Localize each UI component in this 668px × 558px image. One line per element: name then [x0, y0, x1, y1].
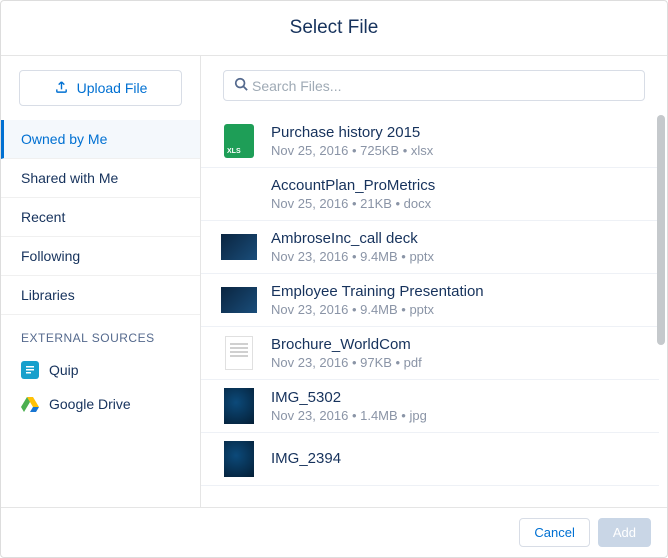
- quip-icon: [21, 361, 39, 379]
- sidebar-item-shared-with-me[interactable]: Shared with Me: [1, 159, 200, 198]
- file-info: AccountPlan_ProMetrics Nov 25, 2016 • 21K…: [271, 177, 639, 211]
- file-row[interactable]: AmbroseInc_call deck Nov 23, 2016 • 9.4MB…: [201, 221, 659, 274]
- sidebar-item-owned-by-me[interactable]: Owned by Me: [1, 120, 200, 159]
- file-meta: Nov 23, 2016 • 1.4MB • jpg: [271, 408, 639, 423]
- file-name: Purchase history 2015: [271, 124, 639, 141]
- sidebar-item-recent[interactable]: Recent: [1, 198, 200, 237]
- file-name: IMG_5302: [271, 389, 639, 406]
- file-name: AccountPlan_ProMetrics: [271, 177, 639, 194]
- file-thumbnail-blank: [221, 176, 257, 212]
- modal-body: Upload File Owned by Me Shared with Me Rec…: [1, 56, 667, 507]
- search-box[interactable]: [223, 70, 645, 101]
- sidebar-item-following[interactable]: Following: [1, 237, 200, 276]
- external-sources-title: EXTERNAL SOURCES: [1, 315, 200, 353]
- sidebar-item-label: Libraries: [21, 287, 75, 303]
- upload-icon: [54, 79, 69, 97]
- sidebar-item-label: Owned by Me: [21, 131, 107, 147]
- external-source-google-drive[interactable]: Google Drive: [1, 387, 200, 421]
- upload-button-label: Upload File: [77, 80, 148, 96]
- file-info: IMG_5302 Nov 23, 2016 • 1.4MB • jpg: [271, 389, 639, 423]
- file-info: IMG_2394: [271, 450, 639, 469]
- modal-title: Select File: [1, 17, 667, 39]
- file-row[interactable]: Purchase history 2015 Nov 25, 2016 • 725K…: [201, 115, 659, 168]
- file-row[interactable]: IMG_2394: [201, 433, 659, 486]
- sidebar-item-label: Shared with Me: [21, 170, 118, 186]
- file-thumbnail-pptx: [221, 229, 257, 265]
- cancel-button[interactable]: Cancel: [519, 518, 589, 547]
- file-thumbnail-pdf: [221, 335, 257, 371]
- scrollbar[interactable]: [657, 115, 665, 345]
- file-info: Purchase history 2015 Nov 25, 2016 • 725K…: [271, 124, 639, 158]
- external-source-label: Google Drive: [49, 396, 131, 412]
- file-row[interactable]: IMG_5302 Nov 23, 2016 • 1.4MB • jpg: [201, 380, 659, 433]
- main-panel: Purchase history 2015 Nov 25, 2016 • 725K…: [201, 56, 667, 507]
- search-input[interactable]: [252, 78, 634, 94]
- upload-file-button[interactable]: Upload File: [19, 70, 182, 106]
- sidebar-item-libraries[interactable]: Libraries: [1, 276, 200, 315]
- google-drive-icon: [21, 395, 39, 413]
- modal-footer: Cancel Add: [1, 507, 667, 557]
- file-info: Brochure_WorldCom Nov 23, 2016 • 97KB • p…: [271, 336, 639, 370]
- file-thumbnail-jpg: [221, 388, 257, 424]
- file-meta: Nov 25, 2016 • 21KB • docx: [271, 196, 639, 211]
- sidebar: Upload File Owned by Me Shared with Me Rec…: [1, 56, 201, 507]
- file-meta: Nov 23, 2016 • 9.4MB • pptx: [271, 249, 639, 264]
- file-meta: Nov 23, 2016 • 9.4MB • pptx: [271, 302, 639, 317]
- file-thumbnail-jpg: [221, 441, 257, 477]
- file-meta: Nov 23, 2016 • 97KB • pdf: [271, 355, 639, 370]
- file-info: Employee Training Presentation Nov 23, 20…: [271, 283, 639, 317]
- file-meta: Nov 25, 2016 • 725KB • xlsx: [271, 143, 639, 158]
- modal-header: Select File: [1, 1, 667, 56]
- select-file-modal: Select File Upload File Owned by Me Share…: [0, 0, 668, 558]
- file-thumbnail-xls: [221, 123, 257, 159]
- file-name: Employee Training Presentation: [271, 283, 639, 300]
- sidebar-item-label: Following: [21, 248, 80, 264]
- file-name: AmbroseInc_call deck: [271, 230, 639, 247]
- file-row[interactable]: Employee Training Presentation Nov 23, 20…: [201, 274, 659, 327]
- add-button[interactable]: Add: [598, 518, 651, 547]
- file-info: AmbroseInc_call deck Nov 23, 2016 • 9.4MB…: [271, 230, 639, 264]
- file-name: Brochure_WorldCom: [271, 336, 639, 353]
- search-wrap: [201, 56, 667, 115]
- file-row[interactable]: AccountPlan_ProMetrics Nov 25, 2016 • 21K…: [201, 168, 659, 221]
- sidebar-item-label: Recent: [21, 209, 65, 225]
- file-list[interactable]: Purchase history 2015 Nov 25, 2016 • 725K…: [201, 115, 667, 507]
- file-thumbnail-pptx: [221, 282, 257, 318]
- file-name: IMG_2394: [271, 450, 639, 467]
- file-row[interactable]: Brochure_WorldCom Nov 23, 2016 • 97KB • p…: [201, 327, 659, 380]
- search-icon: [234, 77, 248, 94]
- external-source-label: Quip: [49, 362, 79, 378]
- external-source-quip[interactable]: Quip: [1, 353, 200, 387]
